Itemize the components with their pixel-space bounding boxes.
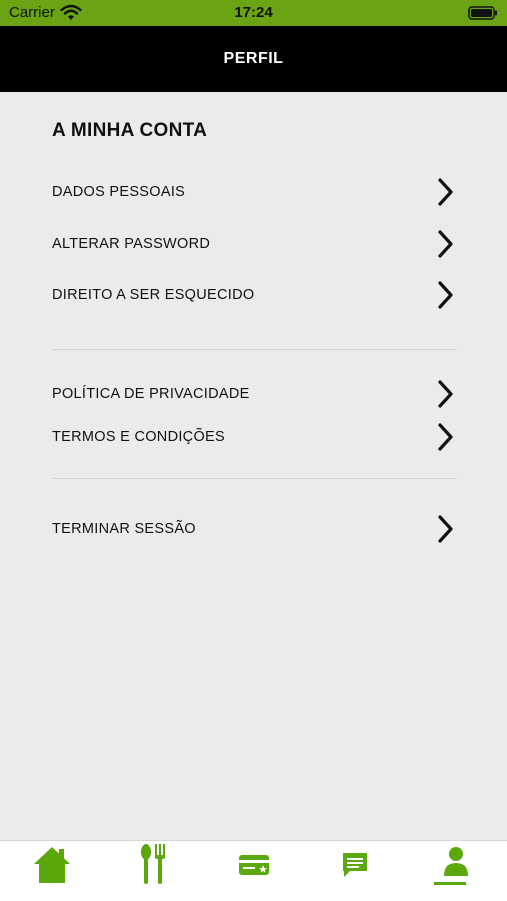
divider (52, 478, 457, 479)
menu-item-termos-condicoes[interactable]: TERMOS E CONDIÇÕES (52, 420, 457, 456)
message-icon (343, 853, 367, 877)
profile-icon (444, 847, 468, 876)
chevron-right-icon (438, 230, 453, 258)
tab-card[interactable] (203, 841, 304, 901)
divider (52, 349, 457, 350)
chevron-right-icon (438, 281, 453, 309)
page-title: PERFIL (223, 50, 284, 67)
menu-item-label: POLÍTICA DE PRIVACIDADE (52, 386, 250, 402)
home-icon (34, 847, 70, 883)
menu-item-alterar-password[interactable]: ALTERAR PASSWORD (52, 227, 457, 263)
tab-bar (0, 840, 507, 901)
menu-item-label: DIREITO A SER ESQUECIDO (52, 287, 255, 303)
menu-item-politica-privacidade[interactable]: POLÍTICA DE PRIVACIDADE (52, 377, 457, 413)
tab-profile[interactable] (405, 841, 506, 901)
fork-knife-icon (141, 844, 165, 884)
menu-item-label: ALTERAR PASSWORD (52, 236, 211, 252)
chevron-right-icon (438, 380, 453, 408)
menu-item-terminar-sessao[interactable]: TERMINAR SESSÃO (52, 512, 457, 548)
profile-content: A MINHA CONTA DADOS PESSOAIS ALTERAR PAS… (0, 92, 507, 840)
tab-home[interactable] (1, 841, 102, 901)
menu-item-direito-esquecido[interactable]: DIREITO A SER ESQUECIDO (52, 278, 457, 314)
section-title-account: A MINHA CONTA (52, 120, 208, 141)
clock: 17:24 (234, 4, 273, 21)
chevron-right-icon (438, 178, 453, 206)
tab-menu[interactable] (102, 841, 203, 901)
navigation-bar: PERFIL (0, 26, 507, 92)
card-icon (239, 855, 269, 875)
chevron-right-icon (438, 423, 453, 451)
selected-tab-indicator (434, 882, 466, 885)
status-bar: Carrier 17:24 (0, 0, 507, 26)
menu-item-dados-pessoais[interactable]: DADOS PESSOAIS (52, 175, 457, 211)
tab-messages[interactable] (304, 841, 405, 901)
battery-icon (468, 6, 497, 20)
menu-item-label: TERMOS E CONDIÇÕES (52, 429, 225, 445)
chevron-right-icon (438, 515, 453, 543)
menu-item-label: TERMINAR SESSÃO (52, 521, 196, 537)
menu-item-label: DADOS PESSOAIS (52, 184, 186, 200)
